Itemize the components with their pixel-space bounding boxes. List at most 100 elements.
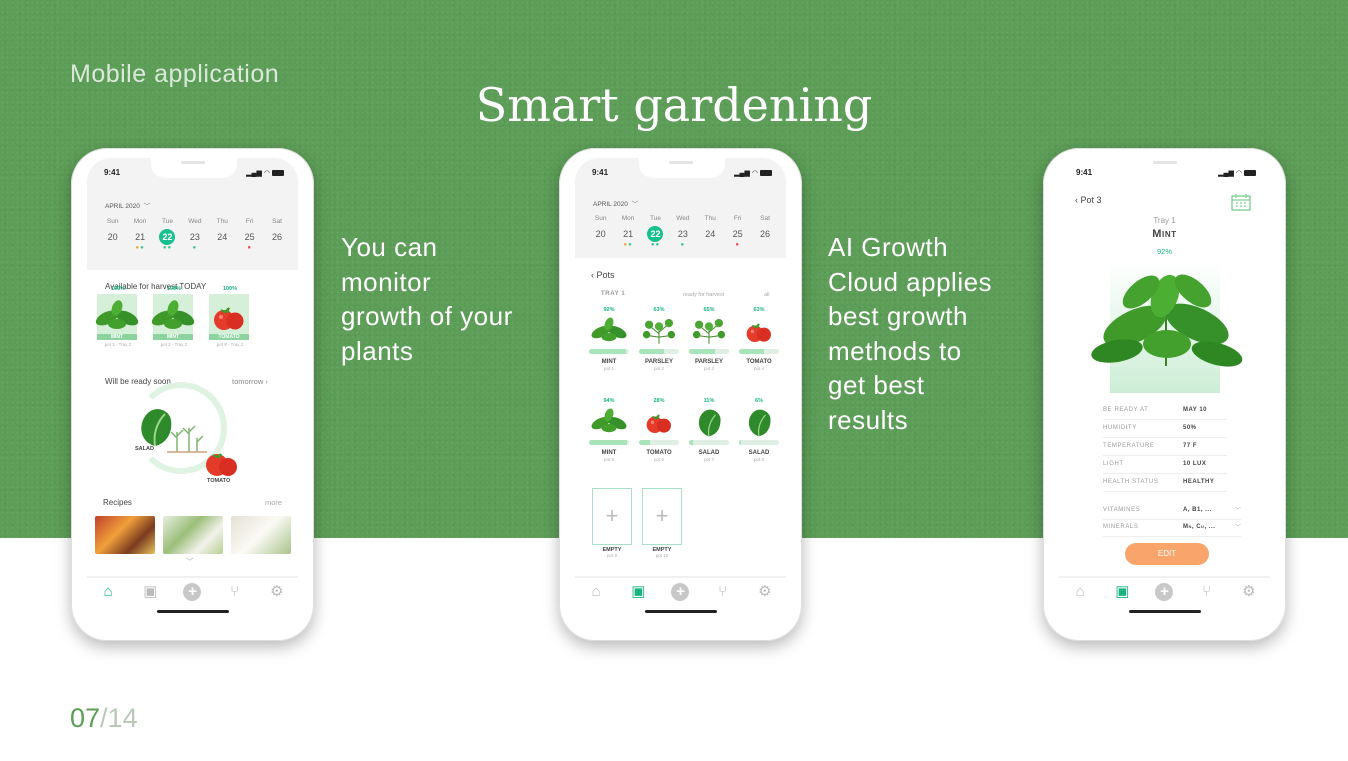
chevron-down-icon[interactable]: ﹀ bbox=[186, 556, 194, 567]
copy-left: You can monitor growth of your plants bbox=[341, 230, 513, 368]
calendar-day[interactable]: Sun 20 bbox=[99, 218, 126, 250]
pot-card[interactable]: 63% PARSLEY pot 2 bbox=[635, 307, 683, 371]
pot-card[interactable]: 6% SALAD pot 8 bbox=[735, 398, 783, 462]
calendar-icon[interactable] bbox=[1231, 193, 1251, 211]
add-icon[interactable]: + bbox=[1152, 580, 1176, 604]
day-name: Sat bbox=[760, 215, 770, 222]
back-button[interactable]: ‹ Pots bbox=[591, 270, 615, 280]
event-dots bbox=[751, 243, 778, 247]
recipe-card-pasta[interactable] bbox=[163, 516, 223, 554]
pot-card[interactable]: 65% PARSLEY pot 3 bbox=[685, 307, 733, 371]
calendar-day[interactable]: Fri 25 ● bbox=[724, 215, 751, 248]
month-label: APRIL 2020 bbox=[593, 201, 628, 208]
pot-plant-name: MINT bbox=[601, 450, 617, 456]
tomato-icon bbox=[206, 453, 237, 476]
signal-icon: ▂▄▆ bbox=[246, 170, 262, 177]
calendar-day[interactable]: Tue 22 ●● bbox=[154, 218, 181, 251]
copy-line: best growth bbox=[828, 301, 968, 331]
pot-number: pot 2 bbox=[653, 366, 664, 371]
harvest-card[interactable]: 100% MINT pot 1 - Tray 2 bbox=[95, 286, 139, 347]
pot-percent: 94% bbox=[603, 398, 615, 404]
calendar-day[interactable]: Wed 23 ● bbox=[669, 215, 696, 248]
home-indicator bbox=[1129, 610, 1201, 613]
add-icon[interactable]: + bbox=[180, 580, 204, 604]
calendar-day[interactable]: Sat 26 bbox=[751, 215, 778, 247]
pot-percent: 65% bbox=[703, 307, 715, 313]
pot-plant-name: TOMATO bbox=[646, 450, 672, 456]
tomato-icon bbox=[646, 414, 671, 434]
home-icon[interactable]: ⌂ bbox=[1068, 580, 1092, 604]
detail-expandable-row[interactable]: MINERALS Mn, Cu, ... ﹀ bbox=[1103, 519, 1241, 537]
pot-progress-bar bbox=[689, 349, 729, 354]
calendar-day[interactable]: Tue 22 ●● bbox=[642, 215, 669, 248]
pot-card[interactable]: 94% MINT pot 5 bbox=[585, 398, 633, 462]
slide-pager: 07/14 bbox=[70, 703, 138, 734]
mint-icon bbox=[591, 317, 627, 342]
calendar-day[interactable]: Mon 21 ●● bbox=[614, 215, 641, 248]
pot-card[interactable]: 28% TOMATO pot 6 bbox=[635, 398, 683, 462]
chevron-left-icon: ‹ bbox=[1075, 195, 1078, 205]
calendar-day[interactable]: Sat 26 bbox=[263, 218, 290, 250]
day-name: Mon bbox=[133, 218, 147, 225]
pot-progress-fill bbox=[689, 440, 694, 445]
pot-progress-fill bbox=[589, 349, 626, 354]
day-number: 20 bbox=[107, 232, 118, 242]
calendar-day[interactable]: Wed 23 ● bbox=[181, 218, 208, 251]
calendar-day[interactable]: Thu 24 bbox=[209, 218, 236, 250]
back-button[interactable]: ‹ Pot 3 bbox=[1075, 195, 1102, 205]
detail-value: Mn, Cu, ... bbox=[1183, 524, 1216, 530]
calendar-day[interactable]: Thu 24 bbox=[697, 215, 724, 247]
home-icon[interactable]: ⌂ bbox=[96, 580, 120, 604]
filter-all[interactable]: all bbox=[764, 292, 770, 298]
recipe-card-peppers[interactable] bbox=[95, 516, 155, 554]
fork-knife-icon[interactable]: ⑂ bbox=[711, 580, 735, 604]
detail-key: HUMIDITY bbox=[1103, 425, 1137, 431]
empty-pot-slot[interactable]: + bbox=[642, 488, 682, 545]
recipes-more-link[interactable]: more bbox=[265, 498, 282, 507]
pot-progress-fill bbox=[639, 440, 651, 445]
pot-card[interactable]: 63% TOMATO pot 4 bbox=[735, 307, 783, 371]
gear-icon[interactable]: ⚙ bbox=[1237, 580, 1261, 604]
pot-detail-screen: 9:41 ▂▄▆ ◠ ‹ Pot 3 Tray 1 Mint 92% BE RE… bbox=[1059, 158, 1270, 618]
calendar-day[interactable]: Fri 25 ● bbox=[236, 218, 263, 251]
month-selector[interactable]: APRIL 2020 ﹀ bbox=[593, 198, 638, 208]
harvest-card[interactable]: 100% MINT pot 2 - Tray 2 bbox=[151, 286, 195, 347]
add-icon[interactable]: + bbox=[668, 580, 692, 604]
pot-card[interactable]: 11% SALAD pot 7 bbox=[685, 398, 733, 462]
pager-separator: / bbox=[100, 703, 108, 733]
week-strip: Sun 20 Mon 21 ●● Tue 22 ●● Wed 23 ● Thu 24 … bbox=[99, 218, 291, 251]
pots-icon[interactable]: ▣ bbox=[1110, 580, 1134, 604]
detail-key: BE READY AT bbox=[1103, 407, 1149, 413]
pots-icon[interactable]: ▣ bbox=[138, 580, 162, 604]
harvest-card[interactable]: 100% TOMATO pot 8 - Tray 1 bbox=[209, 286, 251, 347]
event-dots bbox=[209, 246, 236, 250]
harvest-percent: 100% bbox=[110, 286, 126, 292]
month-selector[interactable]: APRIL 2020 ﹀ bbox=[105, 200, 150, 210]
copy-line: AI Growth bbox=[828, 232, 949, 262]
fork-knife-icon[interactable]: ⑂ bbox=[223, 580, 247, 604]
pots-icon[interactable]: ▣ bbox=[626, 580, 650, 604]
detail-expandable-row[interactable]: VITAMINES A, B1, ... ﹀ bbox=[1103, 502, 1241, 520]
home-icon[interactable]: ⌂ bbox=[584, 580, 608, 604]
gear-icon[interactable]: ⚙ bbox=[265, 580, 289, 604]
fork-knife-icon[interactable]: ⑂ bbox=[1195, 580, 1219, 604]
recipe-card-soup[interactable] bbox=[231, 516, 291, 554]
tomato-icon bbox=[746, 323, 771, 343]
notch bbox=[639, 158, 725, 178]
calendar-day[interactable]: Mon 21 ●● bbox=[126, 218, 153, 251]
empty-pot-label: EMPTY pot 9 bbox=[592, 547, 632, 558]
harvest-location: pot 1 - Tray 2 bbox=[104, 342, 132, 347]
soon-link[interactable]: tomorrow › bbox=[232, 377, 268, 386]
event-dots bbox=[697, 243, 724, 247]
soon-title: Will be ready soon bbox=[105, 377, 171, 386]
chevron-right-icon: › bbox=[265, 377, 268, 386]
filter-ready[interactable]: ready for harvest bbox=[683, 292, 724, 298]
calendar-day[interactable]: Sun 20 bbox=[587, 215, 614, 247]
pot-card[interactable]: 92% MINT pot 1 bbox=[585, 307, 633, 371]
empty-pot-slot[interactable]: + bbox=[592, 488, 632, 545]
copy-line: get best bbox=[828, 370, 925, 400]
copy-right: AI Growth Cloud applies best growth meth… bbox=[828, 230, 992, 437]
edit-button[interactable]: EDIT bbox=[1125, 543, 1209, 565]
gear-icon[interactable]: ⚙ bbox=[753, 580, 777, 604]
back-label: Pot 3 bbox=[1080, 195, 1102, 205]
